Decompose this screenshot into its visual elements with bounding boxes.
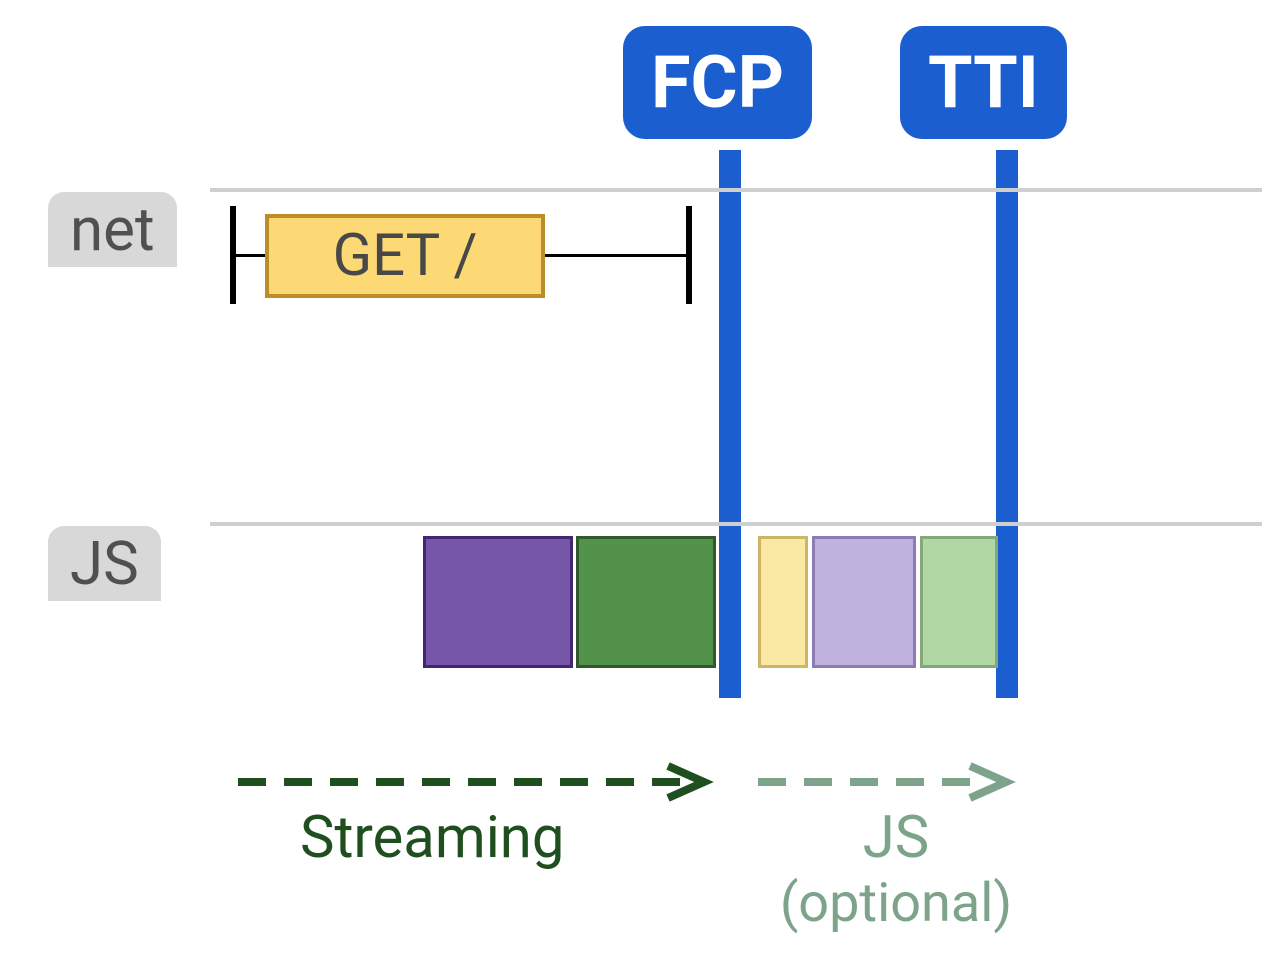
js-optional-sub: (optional) (766, 872, 1026, 935)
js-track-label: JS (48, 526, 161, 601)
timeline-diagram: FCP TTI net GET / JS Streaming (0, 0, 1272, 974)
js-optional-arrow (758, 762, 1018, 802)
net-track-label: net (48, 192, 177, 267)
net-end-cap (686, 206, 692, 304)
streaming-arrow (238, 762, 718, 802)
js-block-green (576, 536, 716, 668)
js-block-purple (423, 536, 573, 668)
tti-marker-line (996, 150, 1018, 698)
js-block-lt-green (920, 536, 998, 668)
js-block-lt-yellow (758, 536, 808, 668)
js-block-lt-purple (812, 536, 916, 668)
net-request-box: GET / (265, 214, 545, 298)
tti-label: TTI (928, 40, 1039, 125)
tti-marker-badge: TTI (900, 26, 1067, 139)
fcp-marker-badge: FCP (623, 26, 812, 139)
net-request-label: GET / (333, 222, 478, 290)
net-track-divider (210, 188, 1262, 192)
js-optional-label: JS (optional) (766, 804, 1026, 935)
js-track-divider (210, 522, 1262, 526)
streaming-label: Streaming (300, 804, 564, 872)
fcp-marker-line (719, 150, 741, 698)
fcp-label: FCP (651, 40, 784, 125)
